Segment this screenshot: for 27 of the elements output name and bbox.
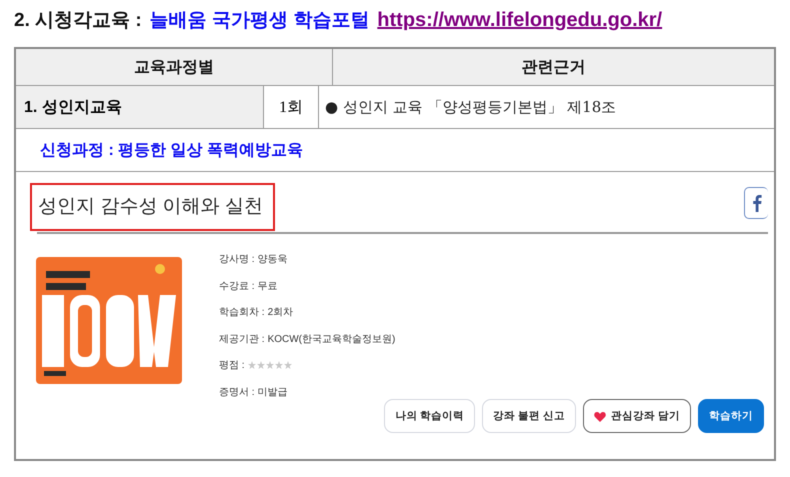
detail-value: 2회차 bbox=[268, 306, 294, 320]
detail-label: 강사명 : bbox=[219, 253, 255, 266]
section-heading: 2. 시청각교육 : bbox=[14, 9, 142, 33]
course-button[interactable]: 관심강좌 담기 bbox=[583, 399, 691, 433]
detail-value: 무료 bbox=[258, 280, 278, 293]
detail-value: 미발급 bbox=[258, 386, 288, 399]
basis-cell-text: ● 성인지 교육 「양성평등기본법」 제18조 bbox=[324, 96, 618, 118]
detail-label: 학습회차 : bbox=[219, 306, 265, 320]
detail-label: 평점 : bbox=[219, 359, 245, 372]
column-header: 관련근거 bbox=[520, 58, 586, 78]
column-header: 교육과정별 bbox=[16, 49, 333, 85]
course-title: 성인지 감수성 이해와 실천 bbox=[30, 183, 275, 231]
portal-name: 늘배움 국가평생 학습포털 bbox=[150, 9, 370, 33]
detail-value: 양동욱 bbox=[258, 253, 288, 266]
portal-link[interactable]: https://www.lifelongedu.go.kr/ bbox=[377, 6, 662, 34]
course-button[interactable]: 학습하기 bbox=[698, 399, 764, 433]
detail-label: 수강료 : bbox=[219, 280, 255, 293]
course-cell: 1. 성인지교육 bbox=[16, 86, 264, 128]
count-cell: 1회 bbox=[264, 86, 319, 128]
heart-icon bbox=[594, 410, 606, 422]
course-button[interactable]: 강좌 불편 신고 bbox=[482, 399, 576, 433]
detail-label: 증명서 : bbox=[219, 386, 255, 399]
course-button[interactable]: 나의 학습이력 bbox=[384, 399, 476, 433]
detail-value: KOCW(한국교육학술정보원) bbox=[268, 332, 396, 346]
application-course: 신청과정 : 평등한 일상 폭력예방교육 bbox=[39, 140, 304, 160]
facebook-icon[interactable] bbox=[744, 187, 768, 219]
detail-label: 제공기관 : bbox=[219, 332, 265, 346]
